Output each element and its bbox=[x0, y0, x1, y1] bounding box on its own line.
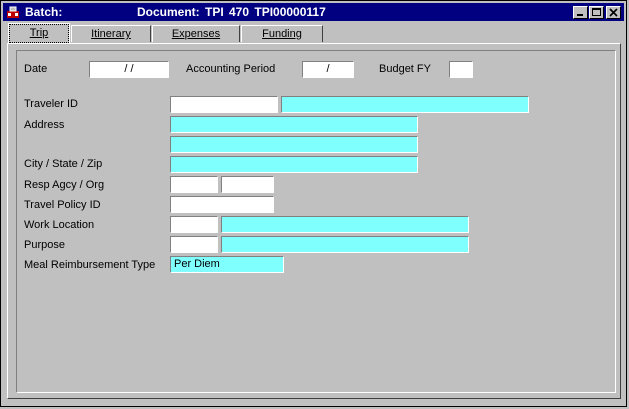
tab-itinerary[interactable]: Itinerary bbox=[71, 25, 151, 42]
tab-trip[interactable]: Trip bbox=[8, 23, 70, 44]
address-line1-field[interactable] bbox=[170, 116, 418, 133]
minimize-button[interactable] bbox=[573, 6, 588, 19]
maximize-icon bbox=[592, 8, 601, 16]
batch-label: Batch: bbox=[25, 5, 63, 19]
work-location-label: Work Location bbox=[24, 219, 95, 231]
accounting-period-field[interactable]: / bbox=[302, 61, 354, 78]
meal-reimbursement-type-label: Meal Reimbursement Type bbox=[24, 259, 156, 271]
title-bar[interactable]: Batch: Document: TPI 470 TPI00000117 bbox=[3, 3, 624, 21]
travel-policy-id-label: Travel Policy ID bbox=[24, 199, 101, 211]
date-label: Date bbox=[24, 63, 48, 75]
minimize-icon bbox=[577, 14, 583, 16]
date-field[interactable]: / / bbox=[89, 61, 169, 78]
close-button[interactable] bbox=[606, 6, 621, 19]
budget-fy-field[interactable] bbox=[449, 61, 473, 78]
trip-panel: Date / / Accounting Period / Budget FY T… bbox=[7, 43, 621, 399]
close-icon bbox=[609, 8, 618, 17]
maximize-button[interactable] bbox=[589, 6, 604, 19]
budget-fy-label: Budget FY bbox=[379, 63, 431, 75]
app-icon bbox=[7, 6, 19, 18]
purpose-code-field[interactable] bbox=[170, 236, 218, 253]
work-location-code-field[interactable] bbox=[170, 216, 218, 233]
tab-expenses-label: Expenses bbox=[171, 28, 221, 40]
traveler-id-label: Traveler ID bbox=[24, 98, 78, 110]
purpose-desc-field[interactable] bbox=[221, 236, 469, 253]
tab-expenses[interactable]: Expenses bbox=[152, 25, 240, 42]
trip-form: Date / / Accounting Period / Budget FY T… bbox=[16, 50, 616, 393]
purpose-label: Purpose bbox=[24, 239, 65, 251]
resp-org-field[interactable] bbox=[221, 176, 274, 193]
travel-policy-id-field[interactable] bbox=[170, 196, 274, 213]
resp-agency-field[interactable] bbox=[170, 176, 218, 193]
address-label: Address bbox=[24, 119, 65, 131]
tab-trip-label: Trip bbox=[29, 27, 49, 39]
address-line2-field[interactable] bbox=[170, 136, 418, 153]
tab-funding-label: Funding bbox=[262, 28, 302, 40]
tab-funding[interactable]: Funding bbox=[241, 25, 323, 42]
work-location-desc-field[interactable] bbox=[221, 216, 469, 233]
document-title: Document: TPI 470 TPI00000117 bbox=[137, 5, 326, 19]
city-state-zip-field[interactable] bbox=[170, 156, 418, 173]
traveler-id-field[interactable] bbox=[170, 96, 278, 113]
meal-reimbursement-type-field[interactable]: Per Diem bbox=[170, 256, 284, 273]
accounting-period-label: Accounting Period bbox=[186, 63, 276, 75]
traveler-name-field[interactable] bbox=[281, 96, 529, 113]
main-window: Batch: Document: TPI 470 TPI00000117 Tri… bbox=[0, 0, 627, 407]
city-state-zip-label: City / State / Zip bbox=[24, 158, 103, 170]
resp-agcy-org-label: Resp Agcy / Org bbox=[24, 179, 105, 191]
tab-itinerary-label: Itinerary bbox=[91, 28, 131, 40]
